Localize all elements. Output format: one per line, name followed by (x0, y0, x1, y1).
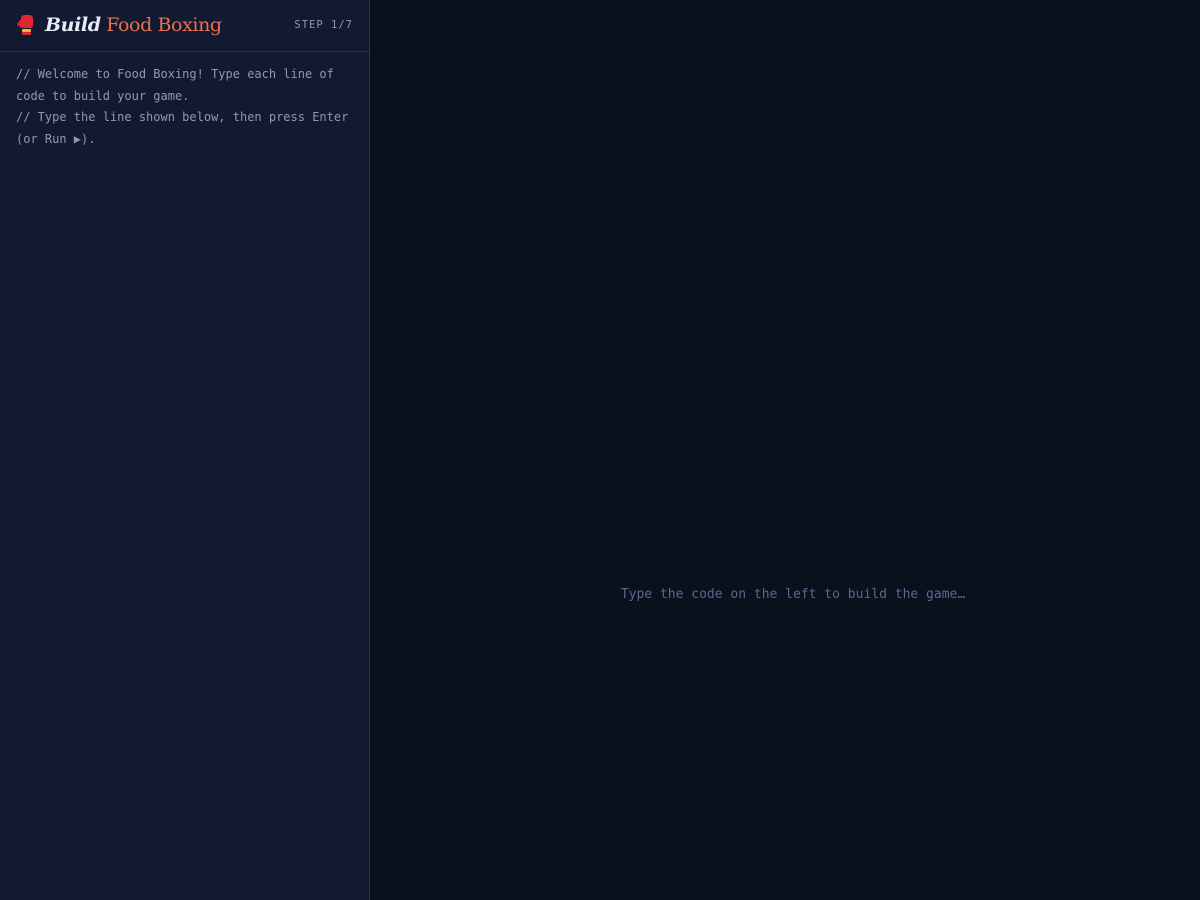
game-preview: Type the code on the left to build the g… (370, 0, 1200, 900)
sidebar-header: Build Food Boxing STEP 1/7 (0, 0, 369, 52)
title-build: Build (45, 14, 101, 36)
comment-line: // Welcome to Food Boxing! Type each lin… (16, 67, 334, 103)
step-indicator: STEP 1/7 (294, 19, 353, 31)
boxing-glove-icon (17, 15, 33, 35)
preview-placeholder: Type the code on the left to build the g… (620, 587, 966, 602)
app-title: Build Food Boxing (45, 12, 222, 38)
comment-line: // Type the line shown below, then press… (16, 110, 349, 146)
title-game-name: Food Boxing (106, 14, 222, 36)
instructions: // Welcome to Food Boxing! Type each lin… (16, 64, 356, 150)
code-sidebar: Build Food Boxing STEP 1/7 // Welcome to… (0, 0, 370, 900)
